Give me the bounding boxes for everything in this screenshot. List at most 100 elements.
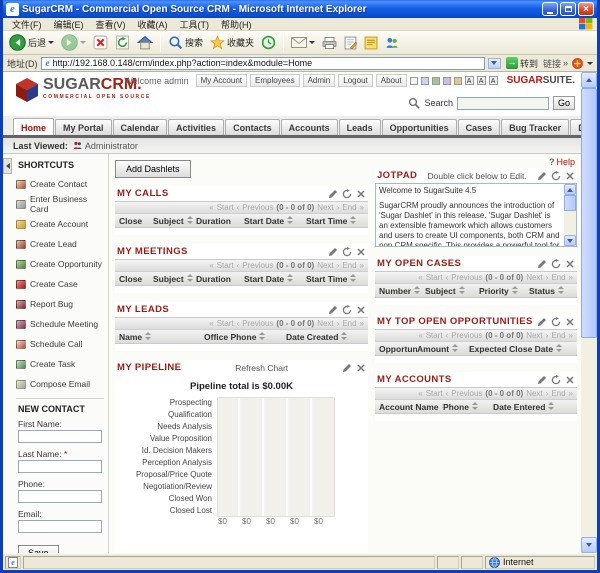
tab-contacts[interactable]: Contacts xyxy=(225,119,280,135)
tab-home[interactable]: Home xyxy=(13,118,54,135)
go-button[interactable]: → 转到 xyxy=(504,57,540,70)
notes-button[interactable] xyxy=(362,35,380,51)
col-amount[interactable]: Amount xyxy=(417,344,469,354)
edit-dashlet-icon[interactable] xyxy=(537,317,547,327)
pagination-start[interactable]: Start xyxy=(217,261,234,270)
maximize-button[interactable] xyxy=(560,2,576,16)
theme-swatch-purple[interactable] xyxy=(443,77,451,85)
shortcut-create-task[interactable]: Create Task xyxy=(16,354,104,374)
tab-opportunities[interactable]: Opportunities xyxy=(382,119,457,135)
mail-button[interactable] xyxy=(289,35,317,50)
scroll-up-icon[interactable] xyxy=(581,72,597,88)
page-scrollbar[interactable] xyxy=(581,72,597,553)
back-button[interactable]: 后退 xyxy=(7,33,56,52)
search-button[interactable]: 搜索 xyxy=(166,34,205,51)
history-button[interactable] xyxy=(259,34,278,51)
scroll-down-icon[interactable] xyxy=(581,537,597,553)
home-button[interactable] xyxy=(135,34,155,51)
edit-dashlet-icon[interactable] xyxy=(537,375,547,385)
col-account-name[interactable]: Account Name xyxy=(379,402,443,412)
col-phone[interactable]: Phone xyxy=(443,402,493,412)
pagination-end[interactable]: End xyxy=(342,261,356,270)
shortcut-create-account[interactable]: Create Account xyxy=(16,214,104,234)
col-duration[interactable]: Duration xyxy=(196,216,244,226)
edit-dashlet-icon[interactable] xyxy=(328,305,338,315)
pagination-previous[interactable]: Previous xyxy=(242,203,273,212)
menu-favorites[interactable]: 收藏(A) xyxy=(133,18,173,31)
font-size-large-button[interactable]: A xyxy=(489,76,498,85)
refresh-button[interactable] xyxy=(113,34,132,51)
print-button[interactable] xyxy=(320,35,339,51)
pagination-end[interactable]: End xyxy=(551,331,565,340)
theme-swatch-blue[interactable] xyxy=(421,77,429,85)
pagination-previous[interactable]: Previous xyxy=(242,319,273,328)
add-dashlets-button[interactable]: Add Dashlets xyxy=(115,160,191,178)
shortcut-schedule-call[interactable]: Schedule Call xyxy=(16,334,104,354)
shortcut-compose-email[interactable]: Compose Email xyxy=(16,374,104,394)
site-search-go-button[interactable]: Go xyxy=(553,96,575,110)
shortcut-create-lead[interactable]: Create Lead xyxy=(16,234,104,254)
pagination-next[interactable]: Next xyxy=(317,203,333,212)
toolbar-extension-icon[interactable] xyxy=(571,57,584,70)
edit-dashlet-icon[interactable] xyxy=(342,363,352,373)
col-date-entered[interactable]: Date Entered xyxy=(493,402,573,412)
address-input[interactable]: e http://192.168.0.148/crm/index.php?act… xyxy=(41,57,485,70)
pagination-end[interactable]: End xyxy=(551,273,565,282)
pagination-end[interactable]: End xyxy=(342,319,356,328)
close-dashlet-icon[interactable] xyxy=(356,363,366,373)
site-search-input[interactable] xyxy=(457,97,549,110)
nav-employees[interactable]: Employees xyxy=(250,74,300,87)
tab-documents[interactable]: Documents xyxy=(570,119,581,135)
close-dashlet-icon[interactable] xyxy=(356,305,366,315)
pagination-next[interactable]: Next xyxy=(526,331,542,340)
scrollbar-thumb[interactable] xyxy=(581,88,597,338)
col-date-created[interactable]: Date Created xyxy=(286,332,364,342)
email-field[interactable] xyxy=(18,520,102,533)
refresh-dashlet-icon[interactable] xyxy=(551,375,561,385)
theme-swatch-orange[interactable] xyxy=(454,77,462,85)
shortcut-report-bug[interactable]: Report Bug xyxy=(16,294,104,314)
col-start-time[interactable]: Start Time xyxy=(306,274,364,284)
refresh-dashlet-icon[interactable] xyxy=(342,305,352,315)
address-dropdown-button[interactable] xyxy=(488,58,501,69)
pagination-previous[interactable]: Previous xyxy=(451,389,482,398)
edit-button[interactable] xyxy=(342,35,359,51)
links-menu[interactable]: 链接 » xyxy=(543,57,568,70)
col-start-date[interactable]: Start Date xyxy=(244,274,306,284)
shortcut-enter-business-card[interactable]: Enter Business Card xyxy=(16,194,104,214)
pagination-start[interactable]: Start xyxy=(217,203,234,212)
pagination-next[interactable]: Next xyxy=(526,273,542,282)
close-dashlet-icon[interactable] xyxy=(565,171,575,181)
font-size-medium-button[interactable]: A xyxy=(477,76,486,85)
nav-about[interactable]: About xyxy=(376,74,407,87)
refresh-dashlet-icon[interactable] xyxy=(551,317,561,327)
shortcut-schedule-meeting[interactable]: Schedule Meeting xyxy=(16,314,104,334)
tab-my-portal[interactable]: My Portal xyxy=(55,119,112,135)
refresh-chart-link[interactable]: Refresh Chart xyxy=(181,363,342,373)
tab-activities[interactable]: Activities xyxy=(168,119,224,135)
pagination-next[interactable]: Next xyxy=(526,389,542,398)
edit-dashlet-icon[interactable] xyxy=(537,259,547,269)
messenger-button[interactable] xyxy=(383,35,401,51)
col-number[interactable]: Number xyxy=(379,286,425,296)
close-dashlet-icon[interactable] xyxy=(565,317,575,327)
nav-admin[interactable]: Admin xyxy=(303,74,336,87)
forward-button[interactable] xyxy=(59,33,88,52)
menu-help[interactable]: 帮助(H) xyxy=(216,18,257,31)
pagination-previous[interactable]: Previous xyxy=(451,273,482,282)
theme-swatch-green[interactable] xyxy=(432,77,440,85)
pagination-start[interactable]: Start xyxy=(426,389,443,398)
jotpad-textarea[interactable]: Welcome to SugarSuite 4.5 SugarCRM proud… xyxy=(375,183,577,247)
refresh-dashlet-icon[interactable] xyxy=(342,247,352,257)
pagination-previous[interactable]: Previous xyxy=(451,331,482,340)
pagination-end[interactable]: End xyxy=(551,389,565,398)
shortcut-create-opportunity[interactable]: Create Opportunity xyxy=(16,254,104,274)
col-start-date[interactable]: Start Date xyxy=(244,216,306,226)
shortcut-create-contact[interactable]: Create Contact xyxy=(16,174,104,194)
edit-dashlet-icon[interactable] xyxy=(328,247,338,257)
edit-dashlet-icon[interactable] xyxy=(328,189,338,199)
tab-leads[interactable]: Leads xyxy=(339,119,381,135)
col-office-phone[interactable]: Office Phone xyxy=(204,332,286,342)
window-titlebar[interactable]: e SugarCRM - Commercial Open Source CRM … xyxy=(3,0,597,18)
refresh-dashlet-icon[interactable] xyxy=(551,171,561,181)
